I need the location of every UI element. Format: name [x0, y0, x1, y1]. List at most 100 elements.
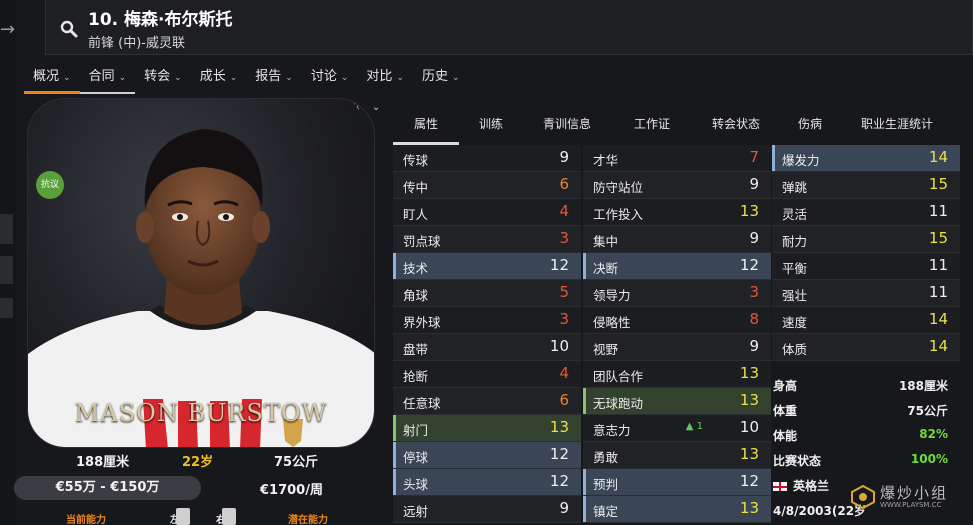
attribute-row-mental[interactable]: 镇定 13: [583, 496, 771, 523]
attribute-row-physical[interactable]: 弹跳 15: [772, 172, 960, 199]
nav-compare[interactable]: 对比 ⌄: [357, 64, 413, 94]
tab-training[interactable]: 训练: [459, 105, 523, 145]
attribute-row-mental[interactable]: 视野 9: [583, 334, 771, 361]
nav-label: 转会: [144, 69, 171, 84]
tab-youth[interactable]: 青训信息: [523, 105, 611, 145]
attribute-label: 团队合作: [593, 369, 644, 384]
attribute-row-technical[interactable]: 界外球 3: [393, 307, 581, 334]
attribute-row-technical[interactable]: 技术 12: [393, 253, 581, 280]
player-header: 10. 梅森·布尔斯托 前锋 (中)-威灵联: [45, 0, 973, 55]
attribute-value: 7: [749, 148, 759, 166]
transfer-value[interactable]: €55万 - €150万: [14, 476, 201, 500]
nav-transfer[interactable]: 转会 ⌄: [135, 64, 191, 94]
attribute-label: 弹跳: [782, 180, 808, 195]
player-card[interactable]: ZELCKE 抗议 MASON BURSTOW: [27, 98, 375, 448]
attribute-value: 9: [749, 337, 759, 355]
attribute-row-physical[interactable]: 灵活 11: [772, 199, 960, 226]
attribute-label: 勇敢: [593, 450, 619, 465]
attribute-row-mental[interactable]: 预判 12: [583, 469, 771, 496]
attribute-label: 平衡: [782, 261, 808, 276]
info-label: 比赛状态: [773, 454, 822, 468]
attribute-row-technical[interactable]: 盯人 4: [393, 199, 581, 226]
card-tag-badge[interactable]: 抗议: [36, 171, 64, 199]
nav-label: 对比: [366, 69, 393, 84]
attribute-label: 角球: [403, 288, 429, 303]
attribute-row-mental[interactable]: 工作投入 13: [583, 199, 771, 226]
nav-contract[interactable]: 合同 ⌄: [79, 64, 136, 94]
player-position-club[interactable]: 前锋 (中)-威灵联: [88, 32, 185, 51]
attribute-row-technical[interactable]: 头球 12: [393, 469, 581, 496]
attribute-row-mental[interactable]: 勇敢 13: [583, 442, 771, 469]
attribute-value: 15: [928, 229, 948, 247]
attribute-row-physical[interactable]: 耐力 15: [772, 226, 960, 253]
bio-weight: 75公斤: [274, 455, 319, 470]
chevron-down-icon: ⌄: [63, 73, 71, 83]
tab-transfer-status[interactable]: 转会状态: [693, 105, 779, 145]
attribute-row-technical[interactable]: 远射 9: [393, 496, 581, 523]
attribute-row-technical[interactable]: 射门 13: [393, 415, 581, 442]
attribute-row-technical[interactable]: 停球 12: [393, 442, 581, 469]
attribute-row-technical[interactable]: 任意球 6: [393, 388, 581, 415]
attribute-row-mental[interactable]: 侵略性 8: [583, 307, 771, 334]
bio-height: 188厘米: [76, 455, 130, 470]
attribute-row-physical[interactable]: 速度 14: [772, 307, 960, 334]
chevron-down-icon[interactable]: ⌄: [372, 102, 380, 113]
attribute-row-physical[interactable]: 平衡 11: [772, 253, 960, 280]
attribute-row-mental[interactable]: 防守站位 9: [583, 172, 771, 199]
attribute-row-technical[interactable]: 抢断 4: [393, 361, 581, 388]
chevron-down-icon: ⌄: [174, 73, 182, 83]
attribute-value: 11: [928, 256, 948, 274]
back-arrow-icon[interactable]: →: [0, 20, 15, 40]
info-label: 体重: [773, 404, 798, 418]
attribute-row-mental[interactable]: 领导力 3: [583, 280, 771, 307]
nav-history[interactable]: 历史 ⌄: [413, 64, 469, 94]
strip-divider: [0, 256, 13, 284]
attribute-value: 13: [549, 418, 569, 436]
tab-injuries[interactable]: 伤病: [779, 105, 841, 145]
tab-work-permit[interactable]: 工作证: [611, 105, 693, 145]
tab-attributes[interactable]: 属性: [393, 105, 459, 145]
nav-discussion[interactable]: 讨论 ⌄: [302, 64, 358, 94]
attribute-row-physical[interactable]: 体质 14: [772, 334, 960, 361]
chevron-down-icon: ⌄: [451, 73, 460, 83]
attribute-value: 12: [739, 256, 759, 274]
info-height: 身高 188厘米: [770, 372, 960, 397]
tab-career-stats[interactable]: 职业生涯统计: [841, 105, 953, 145]
info-value: 75公斤: [907, 404, 948, 418]
attribute-label: 罚点球: [403, 234, 441, 249]
nav-label: 讨论: [310, 69, 337, 84]
attribute-value: 6: [559, 391, 569, 409]
attribute-row-physical[interactable]: 爆发力 14: [772, 145, 960, 172]
attribute-label: 预判: [593, 477, 619, 492]
attribute-row-physical[interactable]: 强壮 11: [772, 280, 960, 307]
attribute-row-technical[interactable]: 传球 9: [393, 145, 581, 172]
attribute-value: 9: [559, 148, 569, 166]
attribute-value: 4: [559, 202, 569, 220]
potential-ability-label: 潜在能力: [288, 515, 328, 525]
attribute-row-mental[interactable]: 团队合作 13: [583, 361, 771, 388]
attribute-row-technical[interactable]: 盘带 10: [393, 334, 581, 361]
attribute-row-mental[interactable]: 意志力 10 ▲ 1: [583, 415, 771, 442]
attribute-value: 10: [739, 418, 759, 436]
attribute-value: 12: [739, 472, 759, 490]
attribute-row-mental[interactable]: 集中 9: [583, 226, 771, 253]
nav-reports[interactable]: 报告 ⌄: [246, 64, 302, 94]
attribute-value: 14: [928, 337, 948, 355]
attribute-row-technical[interactable]: 罚点球 3: [393, 226, 581, 253]
attribute-row-mental[interactable]: 决断 12: [583, 253, 771, 280]
attribute-row-mental[interactable]: 才华 7: [583, 145, 771, 172]
nav-development[interactable]: 成长 ⌄: [191, 64, 247, 94]
attribute-value: 13: [739, 391, 759, 409]
trend-up-icon: ▲ 1: [685, 421, 703, 432]
nav-overview[interactable]: 概况 ⌄: [24, 64, 80, 94]
attribute-row-technical[interactable]: 角球 5: [393, 280, 581, 307]
search-icon[interactable]: [60, 20, 78, 38]
attribute-row-technical[interactable]: 传中 6: [393, 172, 581, 199]
attribute-value: 13: [739, 445, 759, 463]
attribute-row-mental[interactable]: 无球跑动 13: [583, 388, 771, 415]
player-portrait: [28, 129, 374, 447]
right-foot-icon: [222, 508, 236, 525]
info-label: 身高: [773, 379, 798, 393]
nav-label: 成长: [199, 69, 226, 84]
attribute-label: 爆发力: [782, 153, 820, 168]
